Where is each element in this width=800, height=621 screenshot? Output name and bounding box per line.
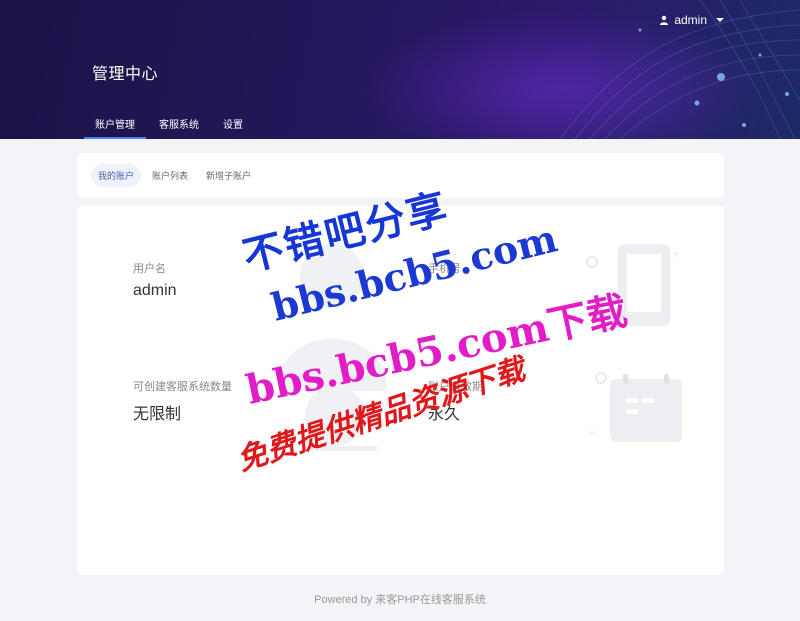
- user-menu[interactable]: admin: [659, 13, 724, 27]
- username-label: 用户名: [133, 263, 166, 275]
- tab-customer-service[interactable]: 客服系统: [148, 108, 210, 139]
- top-header: admin 管理中心 账户管理 客服系统 设置: [0, 0, 800, 139]
- main-nav: 账户管理 客服系统 设置: [84, 108, 254, 139]
- user-icon: [660, 15, 669, 25]
- subtab-my-account[interactable]: 我的账户: [91, 164, 142, 187]
- page-title: 管理中心: [92, 66, 159, 83]
- username-value: admin: [133, 282, 177, 299]
- tab-account-management[interactable]: 账户管理: [84, 108, 146, 139]
- service-quota-field: 可创建客服系统数量 无限制: [133, 378, 232, 424]
- tab-settings[interactable]: 设置: [212, 108, 254, 139]
- service-quota-value: 无限制: [133, 406, 182, 423]
- footer-powered-by: Powered by 来客PHP在线客服系统: [314, 594, 486, 606]
- subtab-account-list[interactable]: 账户列表: [145, 164, 195, 187]
- chevron-down-icon: [716, 18, 724, 22]
- subtab-add-sub-account[interactable]: 新增子账户: [199, 164, 258, 187]
- svg-text:+: +: [589, 428, 595, 439]
- user-name: admin: [674, 13, 707, 27]
- service-quota-label: 可创建客服系统数量: [133, 381, 232, 393]
- svg-text:+: +: [673, 250, 679, 261]
- username-field: 用户名 admin: [133, 260, 177, 300]
